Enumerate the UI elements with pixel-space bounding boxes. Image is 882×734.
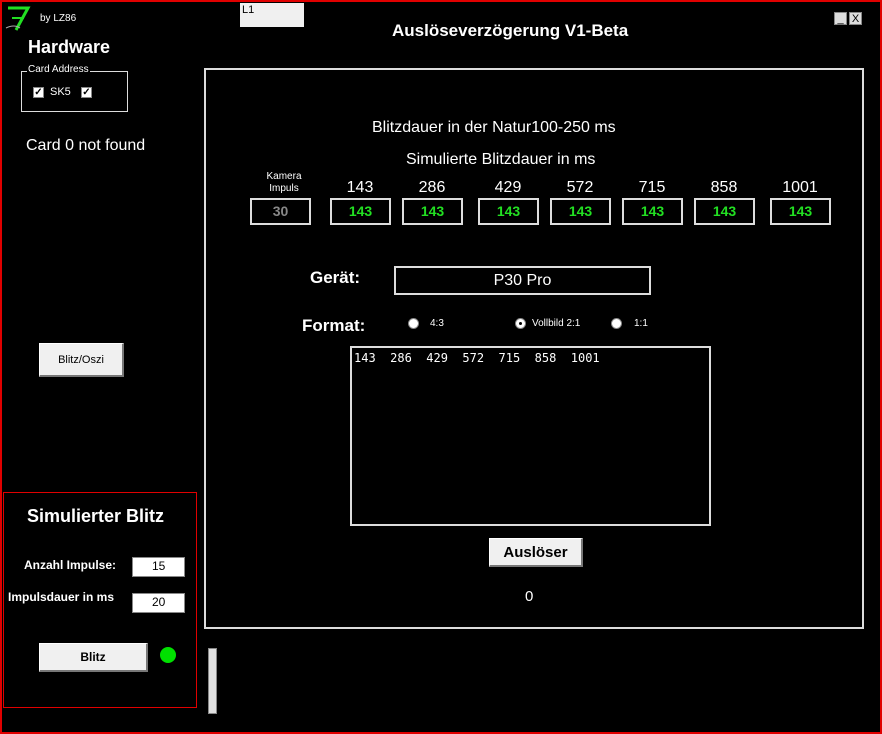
sk5-label: SK5	[50, 86, 71, 98]
second-checkbox[interactable]: ✓	[81, 87, 92, 98]
simulated-flash-title: Simulierter Blitz	[27, 506, 165, 526]
column-header: 429	[494, 179, 522, 196]
counter-value: 0	[525, 588, 534, 605]
format-radio-4-3[interactable]	[408, 318, 419, 329]
l1-field[interactable]: L1	[240, 3, 304, 27]
format-radio-vollbild[interactable]	[515, 318, 526, 329]
anzahl-impulse-input[interactable]: 15	[132, 557, 185, 577]
format-label-vollbild: Vollbild 2:1	[532, 318, 581, 329]
hardware-title: Hardware	[28, 37, 111, 57]
column-header: 715	[638, 179, 666, 196]
format-label-4-3: 4:3	[430, 318, 444, 329]
format-label-1-1: 1:1	[634, 318, 648, 329]
minimize-button[interactable]: _	[834, 12, 847, 25]
lz86-logo-icon	[5, 6, 31, 31]
blitz-button[interactable]: Blitz	[39, 643, 148, 672]
card-status: Card 0 not found	[26, 137, 146, 154]
output-textarea[interactable]: 143 286 429 572 715 858 1001	[350, 346, 711, 526]
geraet-label: Gerät:	[310, 268, 361, 287]
column-header: 1001	[782, 179, 818, 196]
app-title: Auslöseverzögerung V1-Beta	[392, 21, 629, 40]
close-button[interactable]: X	[849, 12, 862, 25]
blitz-oszi-button[interactable]: Blitz/Oszi	[39, 343, 124, 377]
kamera-impuls-label: Kamera Impuls	[266, 171, 302, 194]
column-header: 143	[346, 179, 374, 196]
simulierte-blitzdauer-text: Simulierte Blitzdauer in ms	[406, 151, 596, 168]
card-address-label: Card Address	[27, 64, 90, 75]
format-radio-1-1[interactable]	[611, 318, 622, 329]
format-label: Format:	[302, 316, 366, 335]
delay-value-field[interactable]: 143	[330, 198, 391, 225]
column-header: 572	[566, 179, 594, 196]
delay-value-field[interactable]: 143	[478, 198, 539, 225]
status-led-icon	[160, 647, 176, 663]
anzahl-impulse-label: Anzahl Impulse:	[24, 558, 117, 572]
kamera-impuls-field[interactable]: 30	[250, 198, 311, 225]
delay-value-field[interactable]: 143	[550, 198, 611, 225]
geraet-field[interactable]: P30 Pro	[394, 266, 651, 295]
ausloeser-button[interactable]: Auslöser	[489, 538, 583, 567]
delay-value-field[interactable]: 143	[402, 198, 463, 225]
column-header: 858	[710, 179, 738, 196]
delay-value-field[interactable]: 143	[622, 198, 683, 225]
delay-value-field[interactable]: 143	[770, 198, 831, 225]
natur-blitzdauer-text: Blitzdauer in der Natur100-250 ms	[372, 119, 616, 136]
impulsdauer-label: Impulsdauer in ms	[8, 590, 115, 604]
vertical-slider[interactable]	[208, 648, 217, 714]
delay-value-field[interactable]: 143	[694, 198, 755, 225]
sk5-checkbox[interactable]: ✓	[33, 87, 44, 98]
author-label: by LZ86	[40, 13, 77, 24]
column-header: 286	[418, 179, 446, 196]
impulsdauer-input[interactable]: 20	[132, 593, 185, 613]
